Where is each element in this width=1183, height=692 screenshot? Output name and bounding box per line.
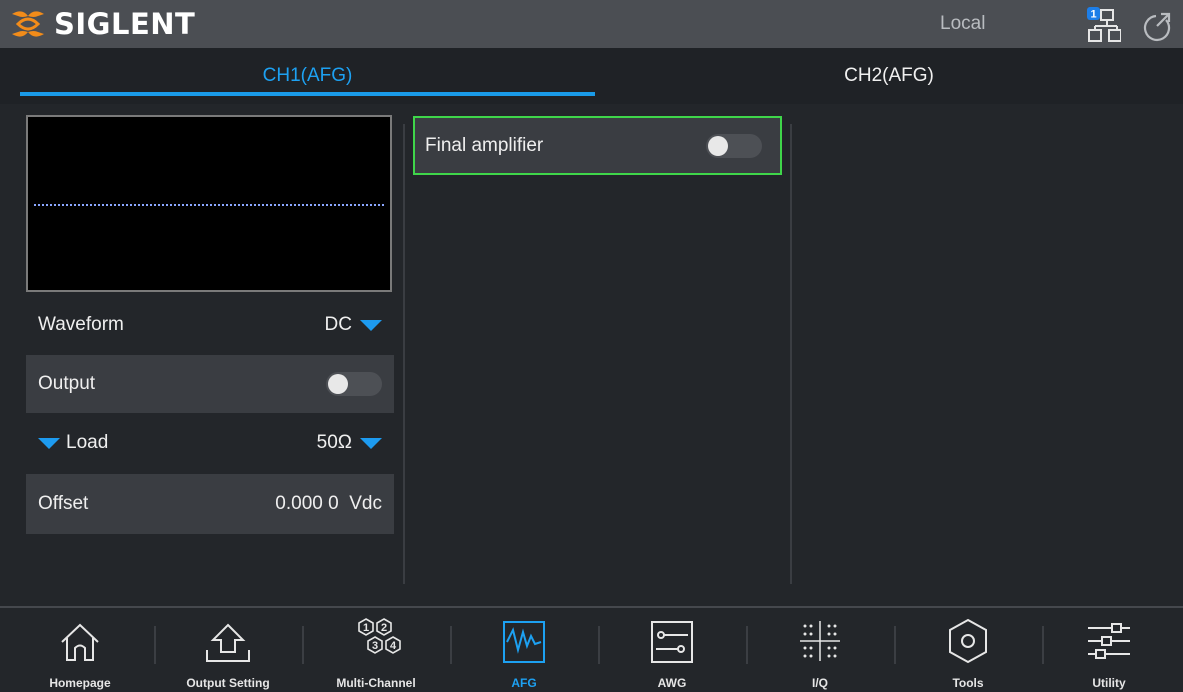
- load-row[interactable]: Load 50Ω: [26, 414, 394, 472]
- nav-label: AFG: [511, 676, 537, 690]
- brand-name: SIGLENT: [54, 7, 196, 41]
- column-divider: [403, 124, 405, 584]
- offset-value[interactable]: 0.000 0 Vdc: [275, 493, 382, 515]
- waveform-preview: [26, 115, 392, 292]
- power-icon[interactable]: [1140, 11, 1172, 43]
- multi-channel-icon: 1 23 4: [358, 618, 401, 654]
- chevron-down-icon[interactable]: [360, 437, 382, 449]
- nav-label: Output Setting: [186, 676, 270, 690]
- awg-icon: [651, 621, 693, 663]
- output-setting-icon: [206, 623, 250, 662]
- nav-label: Multi-Channel: [336, 676, 416, 690]
- tools-icon: [949, 618, 987, 664]
- output-label: Output: [38, 373, 96, 394]
- home-icon: [61, 623, 99, 661]
- brand-logo: SIGLENT: [8, 6, 195, 42]
- load-value: 50Ω: [316, 432, 352, 453]
- iq-icon: [800, 621, 840, 661]
- svg-text:1: 1: [363, 622, 369, 634]
- offset-row[interactable]: Offset 0.000 0 Vdc: [26, 474, 394, 534]
- nav-output-setting[interactable]: Output Setting: [154, 608, 302, 692]
- network-badge: 1: [1090, 9, 1096, 21]
- final-amplifier-label: Final amplifier: [425, 134, 544, 156]
- nav-label: Tools: [952, 676, 984, 690]
- nav-utility[interactable]: Utility: [1035, 608, 1183, 692]
- dc-waveform-trace: [34, 204, 384, 206]
- top-bar: SIGLENT Local 1: [0, 0, 1183, 48]
- chevron-down-icon[interactable]: [360, 319, 382, 331]
- siglent-logo-icon: [12, 11, 44, 37]
- afg-icon: [503, 621, 545, 663]
- load-label: Load: [66, 432, 109, 453]
- column-divider: [790, 124, 792, 584]
- waveform-row[interactable]: Waveform DC: [26, 296, 394, 354]
- remote-mode-label[interactable]: Local: [940, 13, 985, 35]
- waveform-value: DC: [324, 314, 352, 335]
- bottom-nav: Homepage Output Setting 1234 Multi-Chann…: [0, 608, 1183, 692]
- nav-label: I/Q: [811, 676, 828, 690]
- nav-label: Homepage: [49, 676, 111, 690]
- nav-tools[interactable]: Tools: [894, 608, 1042, 692]
- expand-triangle-icon[interactable]: [38, 437, 60, 449]
- nav-label: Utility: [1092, 676, 1126, 690]
- final-amplifier-toggle[interactable]: [706, 133, 762, 158]
- nav-awg[interactable]: AWG: [598, 608, 746, 692]
- output-toggle[interactable]: [326, 372, 382, 396]
- nav-iq[interactable]: I/Q: [746, 608, 894, 692]
- final-amplifier-row[interactable]: Final amplifier: [413, 116, 782, 175]
- nav-afg[interactable]: AFG: [450, 608, 598, 692]
- output-row: Output: [26, 355, 394, 413]
- network-icon[interactable]: 1: [1087, 7, 1121, 43]
- nav-homepage[interactable]: Homepage: [6, 608, 154, 692]
- utility-icon: [1088, 623, 1130, 659]
- tab-ch2[interactable]: CH2(AFG): [595, 48, 1183, 104]
- waveform-label: Waveform: [38, 314, 124, 335]
- svg-text:3: 3: [372, 640, 378, 652]
- offset-label: Offset: [38, 493, 89, 514]
- svg-text:2: 2: [381, 622, 387, 634]
- active-tab-indicator: [20, 92, 595, 96]
- nav-label: AWG: [657, 676, 687, 690]
- nav-multi-channel[interactable]: 1234 Multi-Channel: [302, 608, 450, 692]
- svg-text:4: 4: [390, 640, 397, 652]
